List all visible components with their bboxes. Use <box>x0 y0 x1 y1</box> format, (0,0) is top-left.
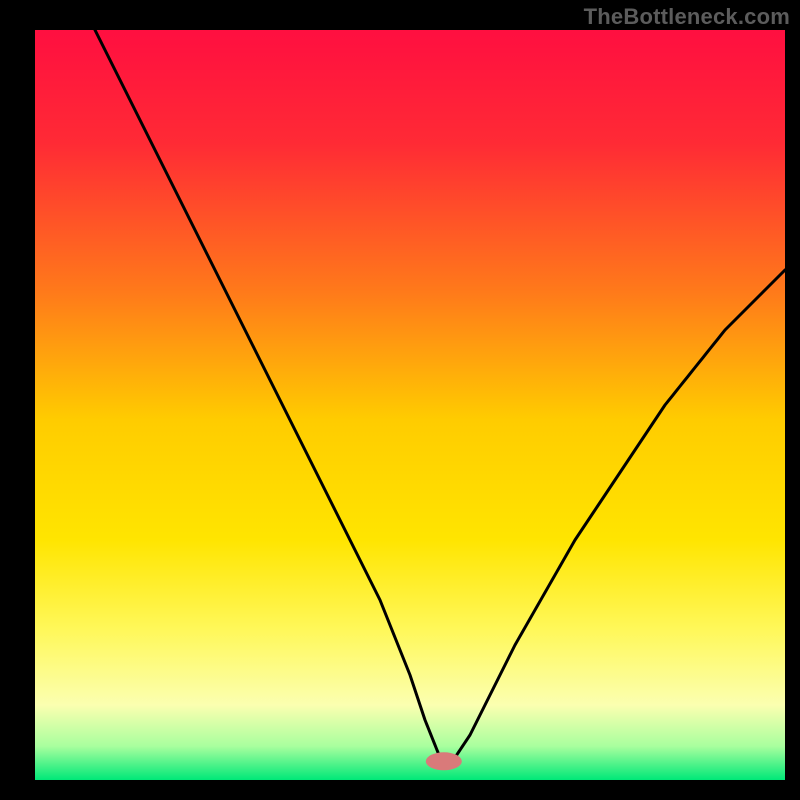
plot-area <box>35 30 785 780</box>
watermark-text: TheBottleneck.com <box>584 4 790 30</box>
chart-stage: TheBottleneck.com <box>0 0 800 800</box>
chart-svg <box>35 30 785 780</box>
gradient-background <box>35 30 785 780</box>
optimum-marker <box>426 752 462 770</box>
